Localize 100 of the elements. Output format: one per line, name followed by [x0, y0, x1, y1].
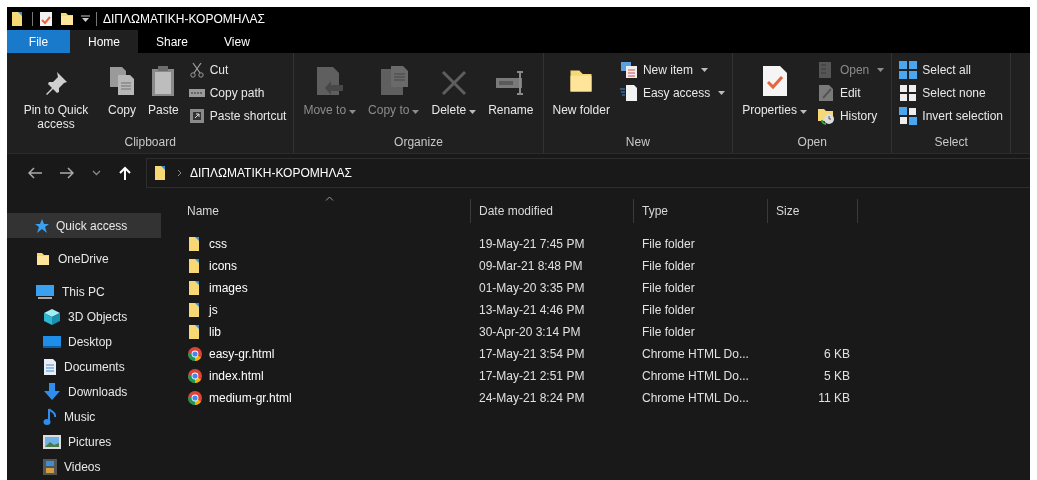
table-cell-text: Chrome HTML Do...	[641, 391, 750, 405]
ribbon-button[interactable]: Paste	[143, 59, 184, 119]
group-label: Select	[933, 134, 969, 151]
table-cell-text: 01-May-20 3:35 PM	[478, 281, 586, 295]
ribbon-button[interactable]: Rename	[483, 59, 539, 119]
ribbon-button[interactable]: Pin to Quick access	[11, 59, 101, 133]
caret-icon	[469, 110, 477, 114]
desktop-icon	[43, 334, 61, 349]
ribbon-button[interactable]: New item	[616, 61, 729, 79]
ribbon-button[interactable]: Easy access	[616, 84, 729, 102]
table-cell-text: 6 KB	[823, 347, 851, 361]
chrome-icon	[187, 368, 203, 384]
ribbon-tab[interactable]: File	[7, 30, 70, 53]
sidebar-item[interactable]: Pictures	[7, 429, 161, 454]
caret-icon	[700, 68, 708, 72]
history-icon	[816, 107, 835, 125]
close-icon	[439, 69, 468, 97]
checkmark-page-icon[interactable]	[39, 10, 53, 27]
table-cell-text: 13-May-21 4:46 PM	[478, 303, 586, 317]
table-cell-text: File folder	[641, 259, 696, 273]
sidebar-item[interactable]: Documents	[7, 354, 161, 379]
table-cell-text: 17-May-21 2:51 PM	[478, 369, 586, 383]
shortcut-icon	[188, 108, 205, 124]
ribbon-button[interactable]: Copy path	[185, 84, 290, 102]
copy-icon	[378, 65, 409, 97]
page-icon	[619, 84, 638, 102]
group-label: Organize	[393, 134, 444, 151]
caret-icon	[349, 110, 357, 114]
ribbon-button[interactable]: Invert selection	[896, 107, 1006, 125]
cube-icon	[43, 308, 61, 325]
group-label: Open	[796, 134, 828, 151]
column-header[interactable]: Date modified	[471, 199, 634, 223]
breadcrumb[interactable]: ΔΙΠΛΩΜΑΤΙΚΗ-ΚΟΡΟΜΗΛΑΣ	[190, 165, 352, 180]
caret-icon	[718, 91, 726, 95]
column-header[interactable]: Name	[179, 199, 471, 223]
ribbon-button[interactable]: Select all	[896, 61, 1006, 79]
sidebar-item[interactable]: Videos	[7, 454, 161, 479]
ribbon-button[interactable]: Properties	[737, 59, 812, 119]
monitor-icon	[35, 283, 55, 300]
group-label: Clipboard	[123, 134, 177, 151]
ribbon-button[interactable]: Edit	[813, 84, 888, 102]
group-label: New	[624, 134, 651, 151]
sidebar-item[interactable]: Downloads	[7, 379, 161, 404]
address-bar[interactable]: ΔΙΠΛΩΜΑΤΙΚΗ-ΚΟΡΟΜΗΛΑΣ	[146, 157, 1030, 188]
ribbon-button[interactable]: Delete	[426, 59, 482, 119]
dropdown-icon[interactable]	[81, 14, 90, 23]
sidebar-item[interactable]: OneDrive	[7, 246, 161, 271]
column-header[interactable]: Size	[768, 199, 858, 223]
window-title: ΔΙΠΛΩΜΑΤΙΚΗ-ΚΟΡΟΜΗΛΑΣ	[103, 11, 265, 26]
ribbon-tab[interactable]: Share	[138, 30, 207, 53]
file-name[interactable]: index.html	[209, 369, 264, 383]
column-header[interactable]: Type	[634, 199, 768, 223]
select-none-icon	[899, 84, 918, 102]
film-icon	[43, 458, 57, 475]
ribbon-button[interactable]: Select none	[896, 84, 1006, 102]
table-cell-text: 30-Apr-20 3:14 PM	[478, 325, 582, 339]
table-cell-text: 17-May-21 3:54 PM	[478, 347, 586, 361]
file-name[interactable]: lib	[209, 325, 221, 339]
file-name[interactable]: easy-gr.html	[209, 347, 275, 361]
table-cell-text: Chrome HTML Do...	[641, 347, 750, 361]
file-name[interactable]: images	[209, 281, 248, 295]
ribbon-tab[interactable]: Home	[70, 30, 138, 53]
table-cell-text: File folder	[641, 237, 696, 251]
chevron-right-icon	[177, 168, 182, 177]
sidebar-item[interactable]: Desktop	[7, 329, 161, 354]
ribbon-tab[interactable]: View	[206, 30, 268, 53]
invert-selection-icon	[899, 107, 918, 125]
edit-icon	[816, 84, 835, 102]
file-name[interactable]: css	[209, 237, 227, 251]
clipboard-icon	[150, 65, 177, 97]
scissors-icon	[188, 62, 205, 78]
music-note-icon	[43, 407, 57, 426]
select-all-icon	[899, 61, 918, 79]
sidebar-item[interactable]: Quick access	[7, 213, 161, 238]
table-cell-text: 09-Mar-21 8:48 PM	[478, 259, 584, 273]
table-cell-text: 19-May-21 7:45 PM	[478, 237, 586, 251]
ribbon-button[interactable]: History	[813, 107, 888, 125]
sidebar-item[interactable]: 3D Objects	[7, 304, 161, 329]
table-cell-text: Chrome HTML Do...	[641, 369, 750, 383]
new-item-icon	[619, 61, 638, 79]
file-name[interactable]: medium-gr.html	[209, 391, 292, 405]
table-cell-text: 24-May-21 8:24 PM	[478, 391, 586, 405]
table-cell-text: File folder	[641, 303, 696, 317]
sidebar-item[interactable]: This PC	[7, 279, 161, 304]
ribbon-button[interactable]: Copy	[103, 59, 141, 119]
picture-icon	[43, 434, 61, 449]
ribbon-button[interactable]: Cut	[185, 61, 290, 79]
checkmark-page-icon	[761, 65, 788, 97]
sort-up-icon	[324, 196, 334, 201]
table-cell-text: 11 KB	[817, 391, 851, 405]
file-name[interactable]: icons	[209, 259, 237, 273]
document-icon	[43, 358, 57, 375]
table-cell-text: File folder	[641, 325, 696, 339]
ribbon-button[interactable]: Paste shortcut	[185, 107, 290, 125]
table-cell-text: 5 KB	[823, 369, 851, 383]
file-name[interactable]: js	[209, 303, 218, 317]
table-cell-text: File folder	[641, 281, 696, 295]
ribbon-button[interactable]: New folder	[547, 59, 615, 119]
sidebar-item[interactable]: Music	[7, 404, 161, 429]
caret-icon	[799, 110, 807, 114]
